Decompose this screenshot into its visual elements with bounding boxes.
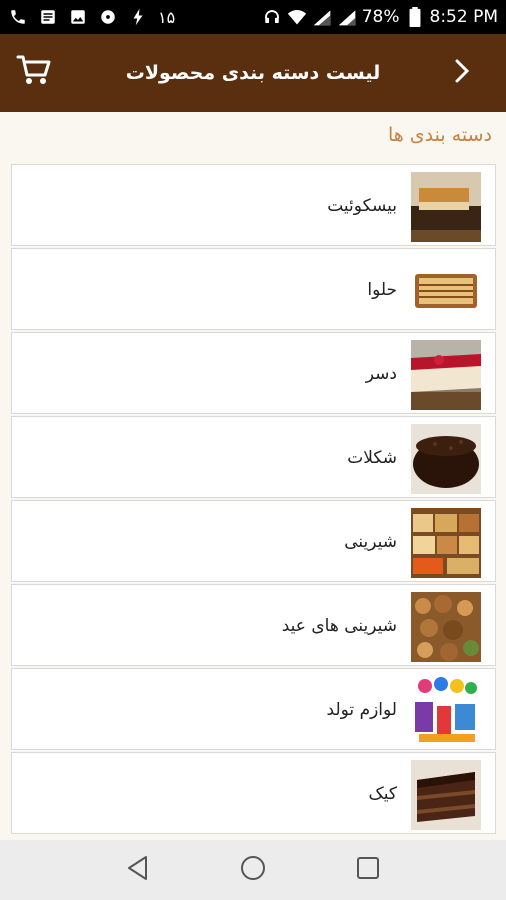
back-button[interactable] (446, 54, 478, 92)
wifi-icon (287, 7, 307, 27)
category-item-eid-pastries[interactable]: شیرینی های عید (11, 584, 496, 666)
triangle-back-icon (126, 855, 150, 885)
nav-recents-button[interactable] (348, 850, 388, 890)
category-label: کیک (368, 784, 397, 804)
category-item-cake[interactable]: کیک (11, 752, 496, 834)
category-thumbnail (411, 256, 481, 326)
square-recents-icon (356, 856, 380, 884)
flash-icon (128, 7, 148, 27)
signal-icon (312, 7, 332, 27)
category-thumbnail (411, 592, 481, 662)
category-item-dessert[interactable]: دسر (11, 332, 496, 414)
signal-icon-2 (337, 7, 357, 27)
clock: 8:52 PM (429, 7, 499, 27)
category-thumbnail (411, 340, 481, 410)
category-label: بیسکوئیت (327, 196, 397, 216)
notification-number: ۱۵ (158, 7, 176, 27)
category-item-pastry[interactable]: شیرینی (11, 500, 496, 582)
category-thumbnail (411, 172, 481, 242)
system-navigation-bar (0, 840, 506, 900)
disc-icon (98, 7, 118, 27)
category-thumbnail (411, 760, 481, 830)
page-title: لیست دسته بندی محصولات (125, 62, 381, 84)
category-thumbnail (411, 676, 481, 746)
category-label: حلوا (367, 280, 397, 300)
section-title: دسته بندی ها (387, 124, 492, 146)
category-thumbnail (411, 508, 481, 578)
chevron-right-icon (454, 59, 470, 87)
category-item-chocolate[interactable]: شکلات (11, 416, 496, 498)
message-icon (38, 7, 58, 27)
app-toolbar: لیست دسته بندی محصولات (0, 34, 506, 112)
headset-icon (262, 7, 282, 27)
category-item-halva[interactable]: حلوا (11, 248, 496, 330)
nav-home-button[interactable] (233, 850, 273, 890)
cart-button[interactable] (14, 52, 54, 92)
cart-icon (16, 53, 52, 91)
category-label: لوازم تولد (326, 700, 397, 720)
battery-percent: 78% (361, 7, 400, 27)
status-bar: ۱۵ 78% 8:52 PM (0, 0, 506, 34)
category-thumbnail (411, 424, 481, 494)
category-list: بیسکوئیت حلوا دسر شکلات شیرینی شیرینی ها… (11, 164, 496, 836)
category-label: شیرینی های عید (281, 616, 397, 636)
category-item-biscuit[interactable]: بیسکوئیت (11, 164, 496, 246)
category-label: شیرینی (344, 532, 397, 552)
category-label: دسر (365, 364, 397, 384)
phone-icon (8, 7, 28, 27)
image-icon (68, 7, 88, 27)
nav-back-button[interactable] (118, 850, 158, 890)
category-item-birthday-supplies[interactable]: لوازم تولد (11, 668, 496, 750)
battery-icon (405, 7, 425, 27)
category-label: شکلات (347, 448, 397, 468)
circle-home-icon (240, 855, 266, 885)
